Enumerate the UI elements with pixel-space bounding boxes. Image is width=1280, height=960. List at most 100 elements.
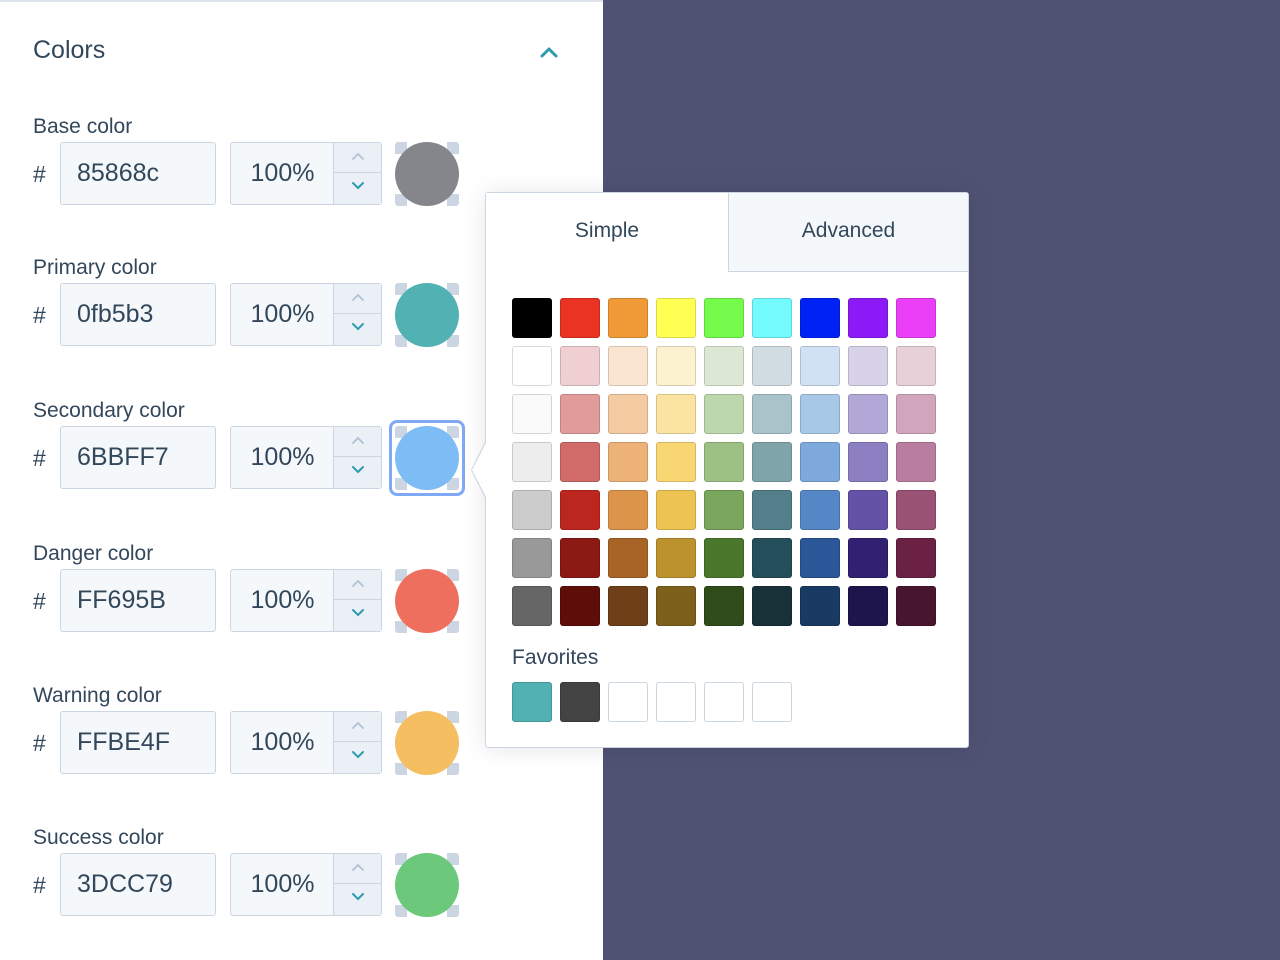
- palette-swatch[interactable]: [560, 490, 600, 530]
- palette-swatch[interactable]: [848, 394, 888, 434]
- opacity-input[interactable]: 100%: [231, 712, 334, 773]
- palette-swatch[interactable]: [512, 490, 552, 530]
- palette-swatch[interactable]: [752, 490, 792, 530]
- increment-button[interactable]: [334, 427, 381, 457]
- palette-swatch[interactable]: [608, 346, 648, 386]
- palette-swatch[interactable]: [896, 298, 936, 338]
- palette-swatch[interactable]: [800, 586, 840, 626]
- palette-swatch[interactable]: [656, 298, 696, 338]
- favorite-swatch[interactable]: [512, 682, 552, 722]
- palette-swatch[interactable]: [656, 490, 696, 530]
- palette-swatch[interactable]: [752, 586, 792, 626]
- palette-swatch[interactable]: [656, 586, 696, 626]
- palette-swatch[interactable]: [800, 442, 840, 482]
- hex-input[interactable]: 85868c: [60, 142, 216, 205]
- palette-swatch[interactable]: [512, 346, 552, 386]
- palette-swatch[interactable]: [752, 298, 792, 338]
- palette-swatch[interactable]: [896, 490, 936, 530]
- palette-swatch[interactable]: [704, 442, 744, 482]
- palette-swatch[interactable]: [896, 538, 936, 578]
- palette-swatch[interactable]: [896, 442, 936, 482]
- decrement-button[interactable]: [334, 457, 381, 487]
- opacity-input[interactable]: 100%: [231, 570, 334, 631]
- palette-swatch[interactable]: [896, 346, 936, 386]
- palette-swatch[interactable]: [704, 298, 744, 338]
- palette-swatch[interactable]: [608, 298, 648, 338]
- palette-swatch[interactable]: [656, 538, 696, 578]
- palette-swatch[interactable]: [512, 442, 552, 482]
- palette-swatch[interactable]: [608, 538, 648, 578]
- palette-swatch[interactable]: [608, 442, 648, 482]
- palette-swatch[interactable]: [704, 346, 744, 386]
- decrement-button[interactable]: [334, 600, 381, 630]
- palette-swatch[interactable]: [656, 442, 696, 482]
- palette-swatch[interactable]: [608, 490, 648, 530]
- opacity-input[interactable]: 100%: [231, 854, 334, 915]
- tab-simple[interactable]: Simple: [486, 193, 728, 272]
- palette-swatch[interactable]: [752, 538, 792, 578]
- palette-swatch[interactable]: [704, 586, 744, 626]
- increment-button[interactable]: [334, 143, 381, 173]
- decrement-button[interactable]: [334, 884, 381, 914]
- palette-swatch[interactable]: [656, 394, 696, 434]
- hex-input[interactable]: 6BBFF7: [60, 426, 216, 489]
- palette-swatch[interactable]: [560, 442, 600, 482]
- opacity-input[interactable]: 100%: [231, 143, 334, 204]
- palette-swatch[interactable]: [512, 394, 552, 434]
- hex-input[interactable]: 0fb5b3: [60, 283, 216, 346]
- increment-button[interactable]: [334, 854, 381, 884]
- palette-swatch[interactable]: [848, 346, 888, 386]
- palette-swatch[interactable]: [512, 586, 552, 626]
- color-swatch-button[interactable]: [395, 142, 459, 206]
- palette-swatch[interactable]: [752, 442, 792, 482]
- palette-swatch[interactable]: [560, 298, 600, 338]
- tab-advanced[interactable]: Advanced: [728, 193, 968, 272]
- palette-swatch[interactable]: [800, 490, 840, 530]
- favorite-swatch[interactable]: [656, 682, 696, 722]
- palette-swatch[interactable]: [896, 394, 936, 434]
- palette-swatch[interactable]: [800, 346, 840, 386]
- color-swatch-button[interactable]: [389, 420, 465, 496]
- palette-swatch[interactable]: [608, 394, 648, 434]
- color-swatch-button[interactable]: [395, 569, 459, 633]
- palette-swatch[interactable]: [656, 346, 696, 386]
- palette-swatch[interactable]: [560, 346, 600, 386]
- favorite-swatch[interactable]: [608, 682, 648, 722]
- increment-button[interactable]: [334, 712, 381, 742]
- decrement-button[interactable]: [334, 314, 381, 344]
- palette-swatch[interactable]: [848, 490, 888, 530]
- palette-swatch[interactable]: [800, 298, 840, 338]
- favorite-swatch[interactable]: [752, 682, 792, 722]
- favorite-swatch[interactable]: [704, 682, 744, 722]
- opacity-input[interactable]: 100%: [231, 284, 334, 345]
- increment-button[interactable]: [334, 570, 381, 600]
- palette-swatch[interactable]: [512, 298, 552, 338]
- hex-input[interactable]: FF695B: [60, 569, 216, 632]
- palette-swatch[interactable]: [560, 586, 600, 626]
- palette-swatch[interactable]: [848, 586, 888, 626]
- decrement-button[interactable]: [334, 173, 381, 203]
- palette-swatch[interactable]: [704, 394, 744, 434]
- palette-swatch[interactable]: [608, 586, 648, 626]
- hex-input[interactable]: 3DCC79: [60, 853, 216, 916]
- palette-swatch[interactable]: [848, 538, 888, 578]
- increment-button[interactable]: [334, 284, 381, 314]
- palette-swatch[interactable]: [800, 394, 840, 434]
- decrement-button[interactable]: [334, 742, 381, 772]
- palette-swatch[interactable]: [704, 490, 744, 530]
- favorite-swatch[interactable]: [560, 682, 600, 722]
- palette-swatch[interactable]: [704, 538, 744, 578]
- hex-input[interactable]: FFBE4F: [60, 711, 216, 774]
- color-swatch-button[interactable]: [395, 853, 459, 917]
- palette-swatch[interactable]: [752, 394, 792, 434]
- palette-swatch[interactable]: [896, 586, 936, 626]
- opacity-input[interactable]: 100%: [231, 427, 334, 488]
- palette-swatch[interactable]: [800, 538, 840, 578]
- color-swatch-button[interactable]: [395, 711, 459, 775]
- palette-swatch[interactable]: [848, 298, 888, 338]
- color-swatch-button[interactable]: [395, 283, 459, 347]
- palette-swatch[interactable]: [752, 346, 792, 386]
- palette-swatch[interactable]: [848, 442, 888, 482]
- palette-swatch[interactable]: [560, 538, 600, 578]
- palette-swatch[interactable]: [512, 538, 552, 578]
